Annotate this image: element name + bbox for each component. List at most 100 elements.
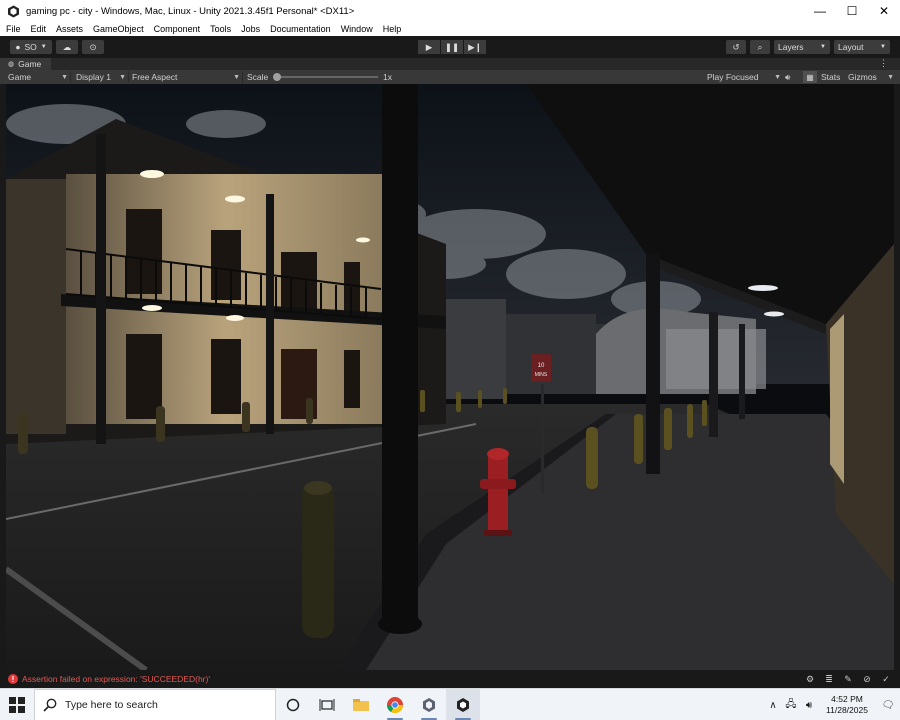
play-mode-dropdown[interactable]: Play Focused ▼ (707, 71, 781, 83)
menu-file[interactable]: File (6, 24, 21, 34)
network-icon[interactable]: 🖧︎ (783, 697, 799, 714)
layers-dropdown[interactable]: Layers ▼ (774, 40, 830, 54)
layout-dropdown[interactable]: Layout ▼ (834, 40, 890, 54)
play-button[interactable]: ▶ (418, 40, 440, 54)
menu-gameobject[interactable]: GameObject (93, 24, 144, 34)
debug-mode-icon[interactable]: ⊘ (861, 673, 873, 685)
collab-button[interactable]: ⊙ (82, 40, 104, 54)
game-viewport[interactable]: 10 MINS (6, 84, 894, 670)
aspect-label: Free Aspect (132, 72, 178, 82)
gizmos-label: Gizmos (848, 72, 877, 82)
speaker-icon[interactable]: 🔊︎ (801, 700, 817, 711)
minimize-button[interactable]: — (804, 0, 836, 22)
chevron-down-icon: ▼ (820, 44, 826, 50)
support-pillar (646, 254, 660, 474)
menu-help[interactable]: Help (383, 24, 402, 34)
chrome-icon (386, 696, 404, 713)
chevron-down-icon: ▼ (61, 73, 68, 81)
chrome-button[interactable] (378, 689, 412, 720)
task-view-button[interactable] (310, 689, 344, 720)
pause-button[interactable]: ❚❚ (441, 40, 463, 54)
progress-icon[interactable]: ⚙ (804, 673, 816, 685)
cache-server-icon[interactable]: ≣ (823, 673, 835, 685)
scale-slider-track[interactable] (274, 76, 378, 78)
main-toolbar: ● SO ▼ ☁ ⊙ ▶ ❚❚ ▶❙ ↺ ⌕ Layers ▼ Layout ▼ (0, 36, 900, 58)
clock[interactable]: 4:52 PM 11/28/2025 (818, 694, 876, 716)
display-dropdown[interactable]: Display 1 ▼ (76, 71, 126, 83)
play-controls: ▶ ❚❚ ▶❙ (418, 40, 486, 54)
menu-bar: File Edit Assets GameObject Component To… (0, 22, 900, 36)
menu-window[interactable]: Window (341, 24, 373, 34)
divider (128, 71, 129, 83)
step-icon: ▶❙ (468, 41, 482, 52)
unity-editor-button[interactable] (446, 688, 480, 720)
foreground-pillar (382, 84, 418, 624)
play-mode-label: Play Focused (707, 72, 759, 82)
auto-generate-lighting-icon[interactable]: ✎ (842, 673, 854, 685)
menu-component[interactable]: Component (154, 24, 201, 34)
unity-icon (457, 697, 469, 712)
game-mode-label: Game (8, 72, 32, 82)
play-icon: ▶ (425, 41, 433, 52)
display-label: Display 1 (76, 72, 111, 82)
gizmos-dropdown[interactable]: Gizmos ▼ (848, 71, 894, 83)
step-button[interactable]: ▶❙ (464, 40, 486, 54)
console-status-bar[interactable]: ! Assertion failed on expression: 'SUCCE… (0, 670, 900, 688)
show-hidden-icons-chevron-up-icon[interactable]: ∧ (765, 700, 781, 711)
menu-tools[interactable]: Tools (210, 24, 231, 34)
foreground-bollard (302, 482, 334, 638)
start-button[interactable] (0, 689, 34, 720)
tab-game[interactable]: ◍ Game (0, 58, 52, 70)
gizmo-grid-toggle[interactable]: ▦ (803, 71, 817, 83)
game-view-controls: Game ▼ Display 1 ▼ Free Aspect ▼ Scale 1x P… (0, 70, 900, 84)
unity-hub-button[interactable] (412, 689, 446, 720)
taskbar-search-box[interactable]: Type here to search (34, 688, 276, 720)
search-button[interactable]: ⌕ (750, 40, 770, 54)
file-explorer-button[interactable] (344, 689, 378, 720)
night-city-scene: 10 MINS (6, 84, 894, 670)
chevron-down-icon: ▼ (880, 44, 886, 50)
chevron-down-icon: ▼ (887, 73, 894, 81)
running-indicator (455, 717, 471, 720)
scale-slider-handle[interactable] (273, 73, 281, 81)
windows-icon (9, 696, 25, 713)
tab-options-icon[interactable]: ⋮ (879, 58, 888, 69)
divider (70, 71, 71, 83)
stats-button[interactable]: Stats (821, 71, 845, 83)
cortana-icon (286, 698, 300, 711)
menu-jobs[interactable]: Jobs (241, 24, 260, 34)
history-button[interactable]: ↺ (726, 40, 746, 54)
divider (242, 71, 243, 83)
search-placeholder: Type here to search (65, 698, 158, 711)
menu-documentation[interactable]: Documentation (270, 24, 331, 34)
check-icon[interactable]: ✓ (880, 673, 892, 685)
scale-label: Scale (247, 72, 269, 82)
grid-icon: ▦ (806, 72, 814, 82)
clock-date: 11/28/2025 (826, 705, 868, 715)
notifications-icon[interactable]: 🗨︎ (877, 700, 899, 711)
search-icon: ⌕ (757, 41, 763, 52)
game-mode-dropdown[interactable]: Game ▼ (8, 71, 68, 83)
task-view-icon (319, 698, 335, 711)
account-icon: ● (15, 42, 21, 52)
aspect-dropdown[interactable]: Free Aspect ▼ (132, 71, 240, 83)
account-dropdown[interactable]: ● SO ▼ (10, 40, 52, 54)
window-title-bar: gaming pc - city - Windows, Mac, Linux -… (0, 0, 900, 22)
speaker-icon: 🔊︎ (785, 71, 791, 82)
chevron-down-icon: ▼ (119, 73, 126, 81)
sign-text-bottom: MINS (535, 372, 548, 378)
cortana-button[interactable] (276, 689, 310, 720)
system-tray: ∧ 🖧︎ 🔊︎ 4:52 PM 11/28/2025 🗨︎ (764, 689, 900, 720)
cloud-button[interactable]: ☁ (56, 40, 78, 54)
window-title: gaming pc - city - Windows, Mac, Linux -… (26, 5, 355, 17)
running-indicator (421, 717, 437, 720)
history-icon: ↺ (732, 41, 740, 52)
audio-mute-button[interactable]: 🔊︎ (785, 71, 797, 83)
maximize-button[interactable]: ☐ (836, 0, 868, 22)
error-icon: ! (8, 674, 18, 684)
menu-edit[interactable]: Edit (31, 24, 47, 34)
close-button[interactable]: ✕ (868, 0, 900, 22)
menu-assets[interactable]: Assets (56, 24, 83, 34)
console-error-message[interactable]: Assertion failed on expression: 'SUCCEED… (22, 674, 210, 684)
game-tab-icon: ◍ (8, 61, 15, 68)
